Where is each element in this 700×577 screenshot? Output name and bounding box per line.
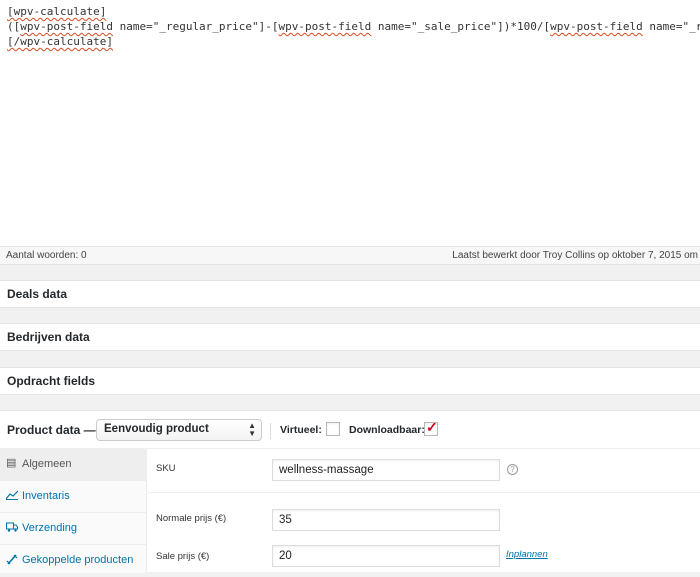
sale-price-label: Sale prijs (€) bbox=[156, 551, 210, 562]
link-icon bbox=[6, 554, 18, 568]
general-panel: SKU wellness-massage ? Normale prijs (€)… bbox=[147, 449, 700, 573]
tab-verzending[interactable]: Verzending bbox=[0, 513, 147, 545]
content-editor[interactable]: [wpv-calculate] ([wpv-post-field name="_… bbox=[0, 0, 700, 246]
tab-algemeen[interactable]: ▤ Algemeen bbox=[0, 449, 147, 481]
code-line-2: ([wpv-post-field name="_regular_price"]-… bbox=[7, 20, 700, 33]
sale-price-input[interactable]: 20 bbox=[272, 545, 500, 567]
metabox-deals-data[interactable]: Deals data bbox=[0, 280, 700, 308]
code-line-1: [wpv-calculate] bbox=[7, 5, 107, 18]
product-data-box: Product data — Eenvoudig product ▲ ▼ Virt… bbox=[0, 410, 700, 573]
product-type-select[interactable]: Eenvoudig product ▲ ▼ bbox=[96, 419, 262, 441]
product-type-value: Eenvoudig product bbox=[104, 423, 209, 435]
chart-icon bbox=[5, 490, 19, 503]
sku-label: SKU bbox=[156, 463, 176, 474]
word-count: Aantal woorden: 0 bbox=[6, 250, 87, 261]
sku-input[interactable]: wellness-massage bbox=[272, 459, 500, 481]
schedule-link[interactable]: Inplannen bbox=[506, 549, 548, 560]
grid-icon: ▤ bbox=[6, 457, 17, 469]
product-data-tabs: ▤ Algemeen Inventaris Verzending Gekoppe… bbox=[0, 449, 147, 573]
last-edited: Laatst bewerkt door Troy Collins op okto… bbox=[452, 250, 698, 261]
tab-label: Gekoppelde producten bbox=[22, 554, 134, 566]
help-icon[interactable]: ? bbox=[507, 464, 518, 475]
tab-label: Inventaris bbox=[22, 490, 70, 502]
editor-status-bar: Aantal woorden: 0 Laatst bewerkt door Tr… bbox=[0, 246, 700, 265]
metabox-title[interactable]: Deals data bbox=[7, 287, 67, 301]
metabox-title[interactable]: Bedrijven data bbox=[7, 330, 90, 344]
metabox-opdracht-fields[interactable]: Opdracht fields bbox=[0, 367, 700, 395]
code-line-3: [/wpv-calculate] bbox=[7, 35, 113, 48]
sku-row: SKU wellness-massage ? bbox=[147, 449, 700, 493]
downloadable-label: Downloadbaar: bbox=[349, 424, 425, 436]
select-arrows-icon: ▲ ▼ bbox=[248, 421, 256, 438]
product-data-title: Product data — bbox=[7, 423, 96, 437]
virtual-label: Virtueel: bbox=[280, 424, 322, 436]
product-data-header: Product data — Eenvoudig product ▲ ▼ Virt… bbox=[0, 411, 700, 449]
tab-label: Verzending bbox=[22, 522, 78, 534]
tab-label: Algemeen bbox=[22, 458, 72, 470]
regular-price-label: Normale prijs (€) bbox=[156, 513, 227, 524]
virtual-checkbox[interactable] bbox=[326, 422, 340, 436]
regular-price-input[interactable]: 35 bbox=[272, 509, 500, 531]
truck-icon bbox=[6, 522, 18, 535]
price-rows: Normale prijs (€) 35 Sale prijs (€) 20 I… bbox=[147, 493, 700, 573]
divider bbox=[270, 423, 271, 439]
checkmark-icon: ✓ bbox=[426, 419, 438, 435]
downloadable-checkbox[interactable]: ✓ bbox=[424, 419, 438, 436]
metabox-bedrijven-data[interactable]: Bedrijven data bbox=[0, 323, 700, 351]
tab-inventaris[interactable]: Inventaris bbox=[0, 481, 147, 513]
metabox-title[interactable]: Opdracht fields bbox=[7, 374, 95, 388]
tab-gekoppelde-producten[interactable]: Gekoppelde producten bbox=[0, 545, 147, 577]
